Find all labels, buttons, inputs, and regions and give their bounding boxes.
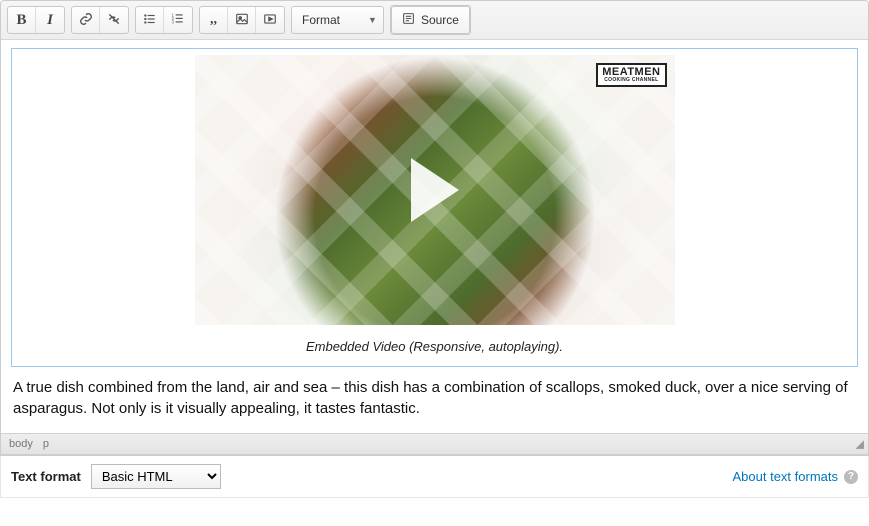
rich-text-editor: B I [0,0,869,456]
toolbar-group-text-style: B I [7,6,65,34]
path-segment-body[interactable]: body [9,438,33,450]
about-text-formats-link[interactable]: About text formats ? [733,469,859,484]
toolbar-group-source: Source [390,5,471,35]
bullet-list-icon [143,12,157,29]
format-dropdown[interactable]: Format ▼ [291,6,384,34]
numbered-list-icon: 123 [171,12,185,29]
unlink-icon [107,12,121,29]
text-format-row: Text format Basic HTML About text format… [0,456,869,498]
bullet-list-button[interactable] [136,7,164,33]
video-watermark-badge: MEATMEN COOKING CHANNEL [596,63,666,87]
path-segment-p[interactable]: p [43,438,49,450]
image-button[interactable] [228,7,256,33]
link-icon [79,12,93,29]
chevron-down-icon: ▼ [368,15,377,25]
italic-icon: I [47,12,53,29]
editor-content[interactable]: MEATMEN COOKING CHANNEL Embedded Video (… [1,40,868,433]
help-icon: ? [844,470,858,484]
numbered-list-button[interactable]: 123 [164,7,192,33]
image-icon [235,12,249,29]
editor-toolbar: B I [1,1,868,40]
source-button-label: Source [421,13,459,27]
element-path-bar: body p ◢ [1,433,868,455]
video-button[interactable] [256,7,284,33]
embed-caption: Embedded Video (Responsive, autoplaying)… [18,339,851,354]
source-icon [402,12,415,28]
resize-handle-icon[interactable]: ◢ [856,438,864,451]
bold-icon: B [16,12,26,29]
blockquote-icon: ,, [210,13,217,27]
svg-text:3: 3 [172,19,175,24]
text-format-label: Text format [11,469,81,484]
video-icon [263,12,277,29]
play-icon[interactable] [411,158,459,222]
text-format-select[interactable]: Basic HTML [91,464,221,489]
source-button[interactable]: Source [391,6,470,34]
link-button[interactable] [72,7,100,33]
format-dropdown-label: Format [302,13,340,27]
toolbar-group-media: ,, [199,6,285,34]
video-thumbnail[interactable]: MEATMEN COOKING CHANNEL [195,55,675,325]
toolbar-group-lists: 123 [135,6,193,34]
italic-button[interactable]: I [36,7,64,33]
embedded-video-frame[interactable]: MEATMEN COOKING CHANNEL Embedded Video (… [11,48,858,367]
toolbar-group-link [71,6,129,34]
unlink-button[interactable] [100,7,128,33]
blockquote-button[interactable]: ,, [200,7,228,33]
body-paragraph[interactable]: A true dish combined from the land, air … [11,367,858,427]
bold-button[interactable]: B [8,7,36,33]
